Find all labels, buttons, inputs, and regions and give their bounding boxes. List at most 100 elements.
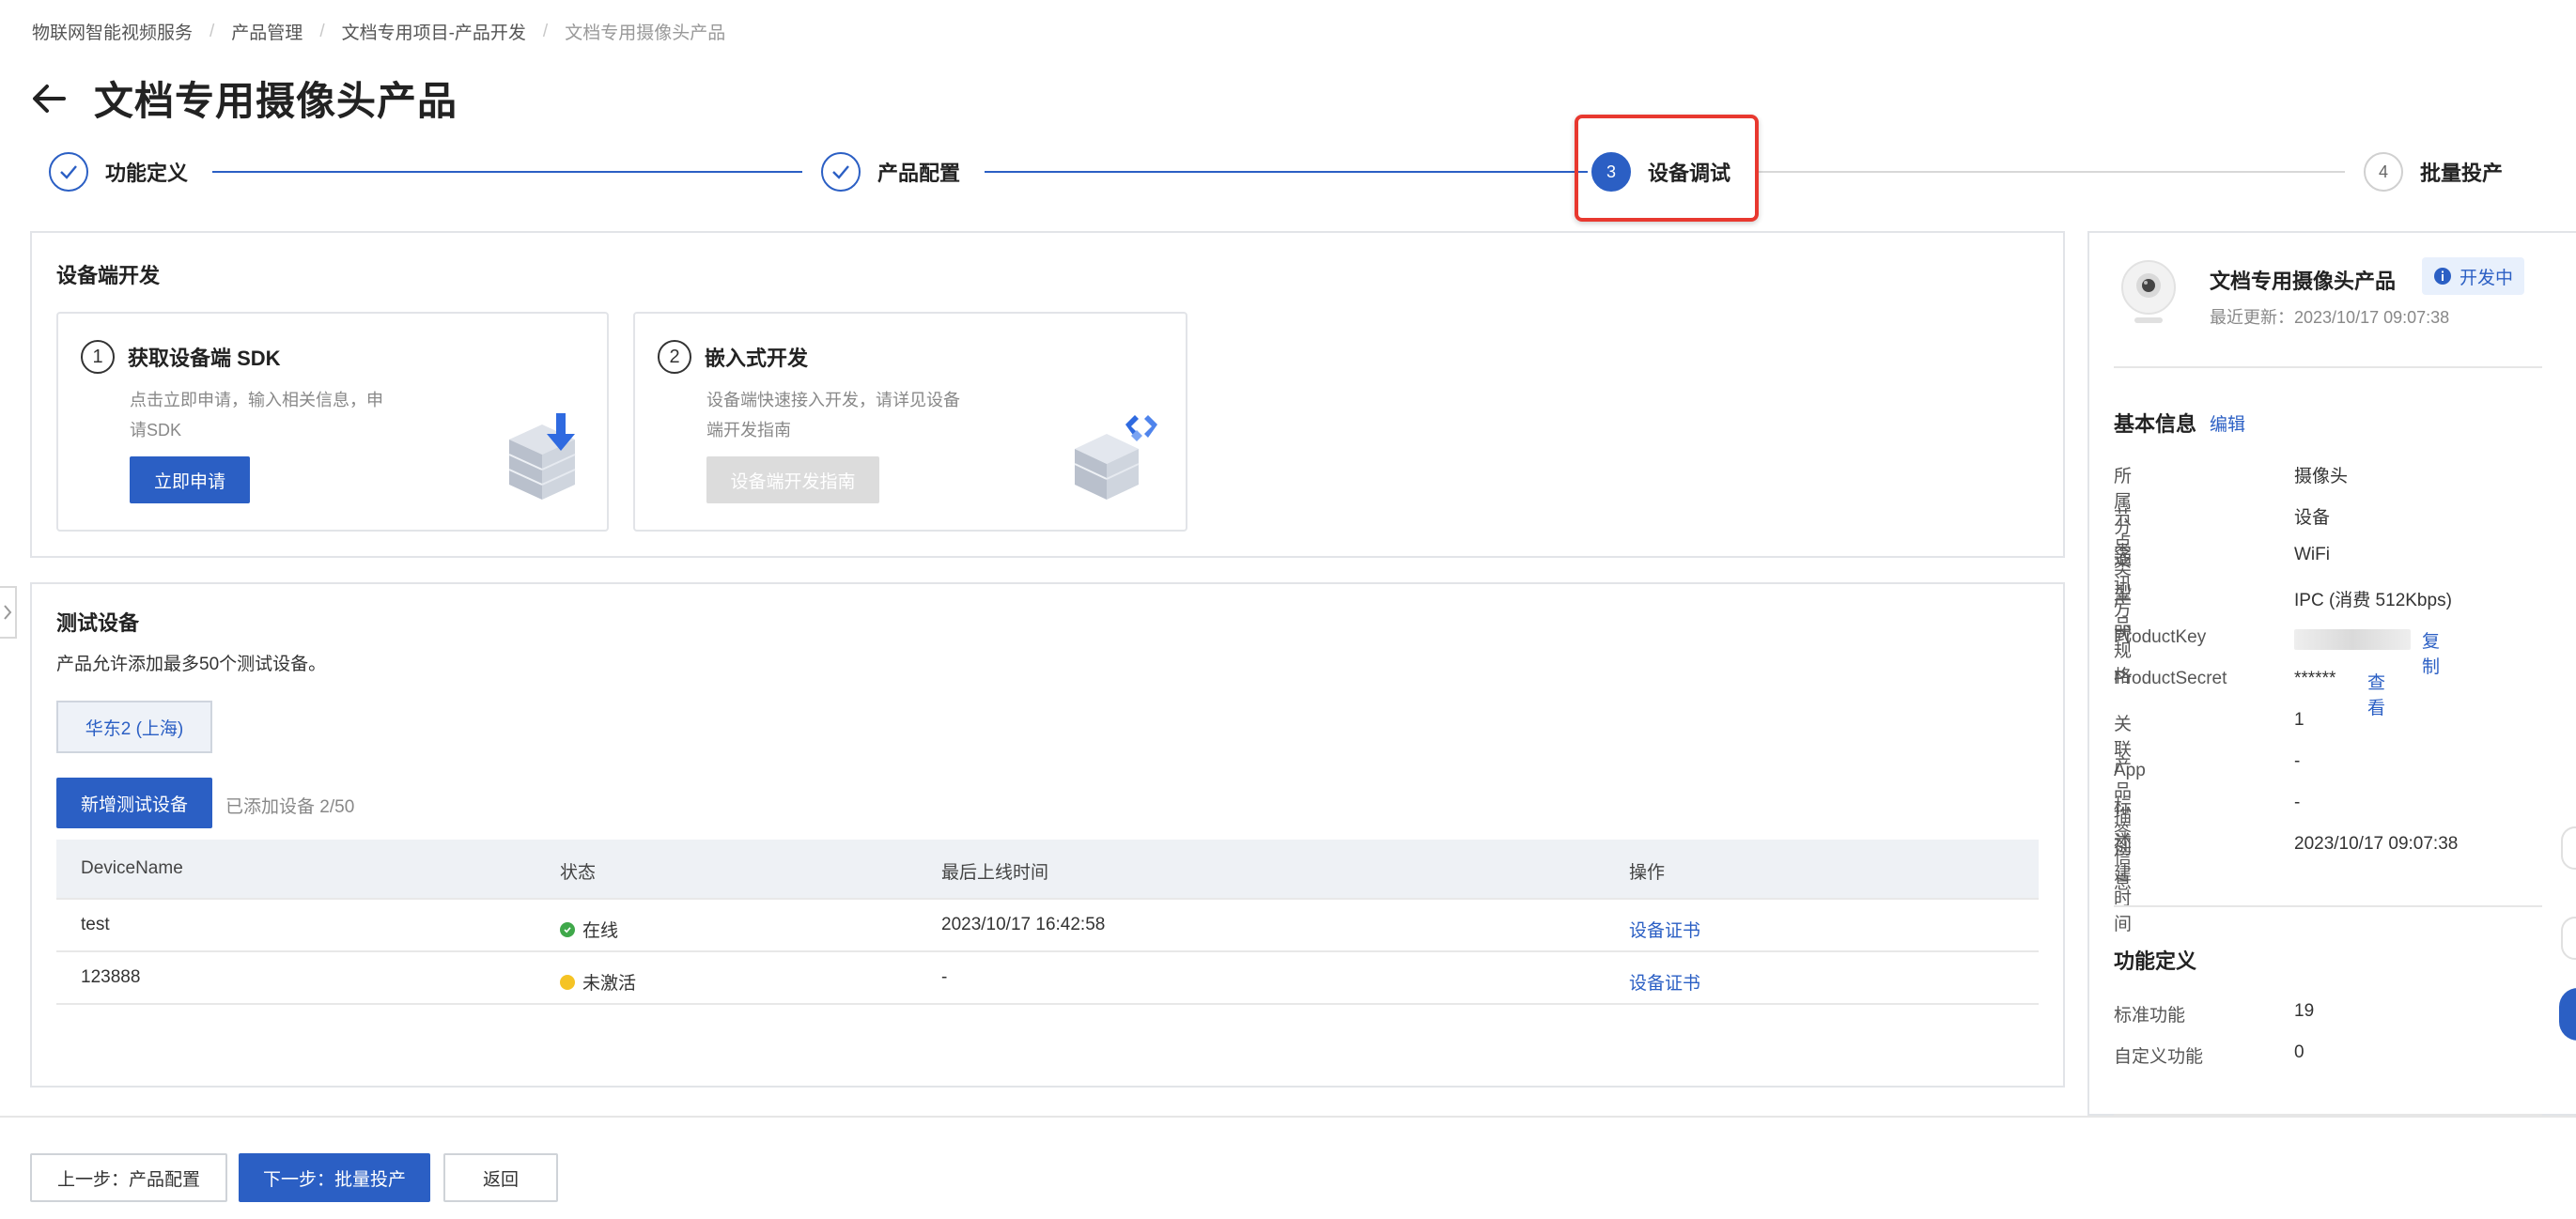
embedded-card: 2 嵌入式开发 设备端快速接入开发，请详见设备 端开发指南 设备端开发指南 xyxy=(633,312,1187,532)
field-value: 1 xyxy=(2294,710,2304,730)
column-header: 最后上线时间 xyxy=(941,863,1049,883)
step-connector xyxy=(985,171,1588,173)
view-secret-link[interactable]: 查看 xyxy=(2367,669,2385,719)
next-step-button[interactable]: 下一步：批量投产 xyxy=(239,1153,430,1202)
step-connector xyxy=(1755,171,2345,173)
row-divider xyxy=(56,1003,2039,1005)
field-value: IPC (消费 512Kbps) xyxy=(2294,591,2452,610)
field-label: ProductKey xyxy=(2114,627,2207,647)
basic-info-header: 基本信息 编辑 xyxy=(2114,408,2245,438)
breadcrumb-separator: / xyxy=(209,21,215,41)
divider xyxy=(2114,905,2542,907)
field-value: WiFi xyxy=(2294,545,2330,564)
card-description: 点击立即申请，输入相关信息，申 请SDK xyxy=(130,385,383,445)
step-4[interactable]: 4 批量投产 xyxy=(2364,152,2503,192)
add-test-device-button[interactable]: 新增测试设备 xyxy=(56,778,212,828)
edit-link[interactable]: 编辑 xyxy=(2210,410,2245,436)
step-2[interactable]: 产品配置 xyxy=(821,152,960,192)
card-desc-line: 请SDK xyxy=(130,421,182,440)
field-label: 标准功能 xyxy=(2114,1006,2186,1026)
device-certificate-link[interactable]: 设备证书 xyxy=(1629,969,1700,995)
check-icon xyxy=(821,152,861,192)
chevron-right-icon xyxy=(4,605,12,620)
check-icon xyxy=(49,152,88,192)
last-online-time: - xyxy=(941,967,948,987)
field-value: ****** xyxy=(2294,669,2336,688)
card-desc-line: 点击立即申请，输入相关信息，申 xyxy=(130,391,383,409)
status-badge-text: 开发中 xyxy=(2460,268,2514,288)
prev-step-button[interactable]: 上一步：产品配置 xyxy=(30,1153,227,1202)
back-arrow-icon[interactable] xyxy=(28,78,70,119)
inactive-status-icon xyxy=(560,974,575,990)
sdk-download-icon xyxy=(500,411,584,510)
step-number-badge: 4 xyxy=(2364,152,2403,192)
card-number: 2 xyxy=(658,340,691,374)
footer-divider xyxy=(0,1116,2576,1118)
field-label: 自定义功能 xyxy=(2114,1047,2204,1067)
card-desc-line: 端开发指南 xyxy=(706,421,791,440)
card-number: 1 xyxy=(81,340,115,374)
float-button[interactable] xyxy=(2561,826,2576,870)
divider xyxy=(2114,366,2542,368)
region-tab[interactable]: 华东2 (上海) xyxy=(56,701,212,753)
table-header: DeviceName 状态 最后上线时间 操作 xyxy=(56,840,2039,900)
dev-guide-button[interactable]: 设备端开发指南 xyxy=(706,456,879,503)
highlight-annotation xyxy=(1575,115,1759,222)
field-value: 摄像头 xyxy=(2294,467,2349,486)
column-header: 状态 xyxy=(560,863,597,883)
step-label-4: 批量投产 xyxy=(2420,162,2504,185)
step-1[interactable]: 功能定义 xyxy=(49,152,188,192)
function-title: 功能定义 xyxy=(2114,949,2197,973)
section-title: 测试设备 xyxy=(56,611,140,635)
field-value: 2023/10/17 09:07:38 xyxy=(2294,834,2459,854)
breadcrumb-item-service[interactable]: 物联网智能视频服务 xyxy=(32,19,193,44)
sidebar-expand-handle[interactable] xyxy=(0,586,17,639)
column-header: 操作 xyxy=(1629,863,1666,883)
status-badge: 开发中 xyxy=(2422,257,2525,295)
step-connector xyxy=(212,171,802,173)
card-title: 获取设备端 SDK xyxy=(128,347,281,370)
field-value: 设备 xyxy=(2294,508,2331,528)
product-name: 文档专用摄像头产品 xyxy=(2210,270,2397,293)
float-button[interactable] xyxy=(2561,917,2576,960)
camera-icon xyxy=(2118,257,2180,332)
test-devices-panel: 测试设备 产品允许添加最多50个测试设备。 华东2 (上海) 新增测试设备 已添… xyxy=(30,582,2065,1088)
masked-product-key xyxy=(2294,629,2411,650)
sdk-card: 1 获取设备端 SDK 点击立即申请，输入相关信息，申 请SDK 立即申请 xyxy=(56,312,609,532)
apply-now-button[interactable]: 立即申请 xyxy=(130,456,250,503)
card-title: 嵌入式开发 xyxy=(705,347,809,370)
device-certificate-link[interactable]: 设备证书 xyxy=(1629,917,1700,942)
device-dev-panel: 设备端开发 1 获取设备端 SDK 点击立即申请，输入相关信息，申 请SDK 立… xyxy=(30,231,2065,558)
last-updated: 最近更新：2023/10/17 09:07:38 xyxy=(2210,308,2450,327)
breadcrumb-separator: / xyxy=(319,21,325,41)
breadcrumb-item-product-management[interactable]: 产品管理 xyxy=(231,19,303,44)
breadcrumb: 物联网智能视频服务 / 产品管理 / 文档专用项目-产品开发 / 文档专用摄像头… xyxy=(32,19,725,44)
field-label: 创建时间 xyxy=(2114,839,2133,934)
device-name: 123888 xyxy=(81,967,141,987)
page-title: 文档专用摄像头产品 xyxy=(94,79,458,123)
field-value: - xyxy=(2294,751,2301,771)
status-text: 未激活 xyxy=(582,974,637,994)
online-status-icon xyxy=(560,921,575,937)
last-online-time: 2023/10/17 16:42:58 xyxy=(941,915,1106,934)
status-text: 在线 xyxy=(582,921,619,941)
table-row: test 在线 2023/10/17 16:42:58 设备证书 xyxy=(56,900,2039,952)
breadcrumb-item-project[interactable]: 文档专用项目-产品开发 xyxy=(342,19,526,44)
breadcrumb-separator: / xyxy=(542,21,549,41)
embedded-code-icon xyxy=(1067,411,1161,510)
step-label-2: 产品配置 xyxy=(877,162,961,185)
breadcrumb-item-current: 文档专用摄像头产品 xyxy=(565,23,726,43)
column-header: DeviceName xyxy=(81,858,183,878)
device-count: 已添加设备 2/50 xyxy=(225,797,355,817)
card-desc-line: 设备端快速接入开发，请详见设备 xyxy=(706,391,960,409)
status-cell: 在线 xyxy=(560,917,618,942)
status-cell: 未激活 xyxy=(560,969,636,995)
card-header: 2 嵌入式开发 xyxy=(658,340,808,374)
field-value: 19 xyxy=(2294,1001,2315,1021)
copy-link[interactable]: 复制 xyxy=(2422,627,2440,678)
card-description: 设备端快速接入开发，请详见设备 端开发指南 xyxy=(706,385,960,445)
return-button[interactable]: 返回 xyxy=(443,1153,558,1202)
info-icon xyxy=(2433,267,2452,285)
field-value: 0 xyxy=(2294,1042,2304,1062)
card-header: 1 获取设备端 SDK xyxy=(81,340,281,374)
